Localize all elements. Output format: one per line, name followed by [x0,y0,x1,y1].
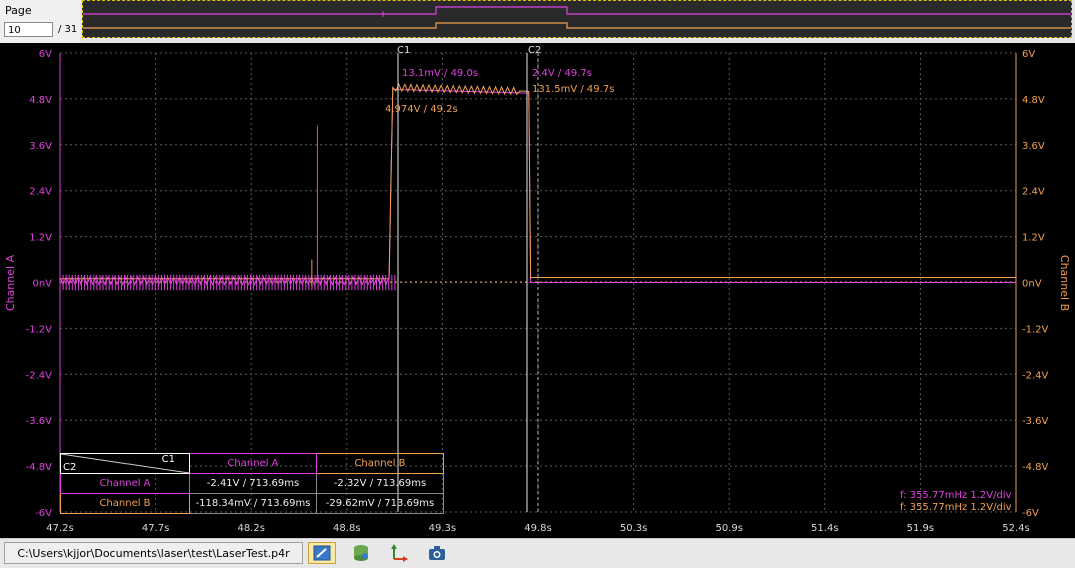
x-tick-label: 48.2s [237,523,264,534]
camera-icon [429,546,445,560]
camera-button[interactable] [423,542,451,564]
header-channel-b: Channel B [316,453,444,474]
y-tick-label-right: -6V [1022,508,1039,519]
y-tick-label-left: 1.2V [29,233,52,244]
overview-waveform [83,6,1071,29]
y-tick-label-left: -3.6V [26,416,53,427]
info-line-a: f: 355.77mHz 1.2V/div [900,490,1012,501]
cursor-c1-label[interactable]: C1 [397,45,410,56]
y-tick-label-left: -2.4V [26,370,53,381]
overview-trace-a [83,6,1071,15]
note-edit-button[interactable] [308,542,336,564]
y-tick-label-left: 4.8V [29,95,52,106]
row-label-channel-a: Channel A [60,473,190,494]
y-tick-label-left: 3.6V [29,141,52,152]
annotation-c2-a: 2.4V / 49.7s [532,68,592,79]
y-tick-label-right: -4.8V [1022,462,1049,473]
overview-strip[interactable] [82,0,1072,38]
cell-a-c2: -2.32V / 713.69ms [316,473,444,494]
database-button[interactable] [347,542,375,564]
annotation-c1-mid: 4.974V / 49.2s [385,104,458,115]
y-tick-label-left: -4.8V [26,462,53,473]
y-tick-label-right: -1.2V [1022,324,1049,335]
x-tick-label: 47.2s [46,523,73,534]
y-tick-label-left: 6V [39,49,52,60]
y-tick-label-right: 4.8V [1022,95,1045,106]
annotation-c2-b: 131.5mV / 49.7s [532,84,614,95]
y-tick-label-left: -6V [35,508,52,519]
measurement-table: C1 C2 Channel A Channel B Channel A -2.4… [60,453,444,514]
cell-b-c1: -118.34mV / 713.69ms [189,493,317,514]
page-total: / 31 [58,24,78,35]
cursor-c2-label[interactable]: C2 [528,45,541,56]
database-icon [354,545,368,561]
x-tick-label: 49.3s [429,523,456,534]
corner-c1-label: C1 [161,454,175,465]
x-tick-label: 47.7s [142,523,169,534]
y-tick-label-left: 0nV [32,279,52,290]
page-number-input[interactable]: 10 [4,22,53,37]
row-label-channel-b: Channel B [60,493,190,514]
x-tick-label: 49.8s [524,523,551,534]
y-tick-label-right: -3.6V [1022,416,1049,427]
table-row: Channel B -118.34mV / 713.69ms -29.62mV … [60,493,444,514]
y-tick-label-right: 2.4V [1022,187,1045,198]
cell-b-c2: -29.62mV / 713.69ms [316,493,444,514]
y-tick-label-right: 6V [1022,49,1035,60]
header-channel-a: Channel A [189,453,317,474]
y-tick-label-right: 3.6V [1022,141,1045,152]
right-axis-title: Channel B [1058,255,1071,311]
file-path[interactable]: C:\Users\kjjor\Documents\laser\test\Lase… [4,542,303,564]
info-line-b: f: 355.77mHz 1.2V/div [900,502,1012,513]
overview-trace-b [83,22,1071,29]
y-tick-label-left: -1.2V [26,324,53,335]
axes-button[interactable] [385,542,413,564]
status-bar: C:\Users\kjjor\Documents\laser\test\Lase… [0,538,1075,568]
corner-c2-label: C2 [63,462,77,473]
x-tick-label: 51.4s [811,523,838,534]
y-tick-label-left: 2.4V [29,187,52,198]
x-tick-label: 50.3s [620,523,647,534]
cell-a-c1: -2.41V / 713.69ms [189,473,317,494]
y-tick-label-right: 1.2V [1022,233,1045,244]
x-tick-label: 52.4s [1002,523,1029,534]
y-tick-label-right: 0nV [1022,279,1042,290]
top-bar: Page 10 / 31 [0,0,1075,43]
x-tick-label: 50.9s [715,523,742,534]
x-tick-label: 51.9s [907,523,934,534]
left-axis-title: Channel A [4,254,17,311]
page-label: Page [5,4,32,17]
axes-icon [391,544,408,562]
x-tick-label: 48.8s [333,523,360,534]
annotation-c1-top: 13.1mV / 49.0s [402,68,478,79]
page-navigator: Page 10 / 31 [0,0,80,43]
y-tick-label-right: -2.4V [1022,370,1049,381]
note-edit-icon [313,545,331,561]
table-row: Channel A -2.41V / 713.69ms -2.32V / 713… [60,473,444,494]
table-corner: C1 C2 [60,453,190,474]
